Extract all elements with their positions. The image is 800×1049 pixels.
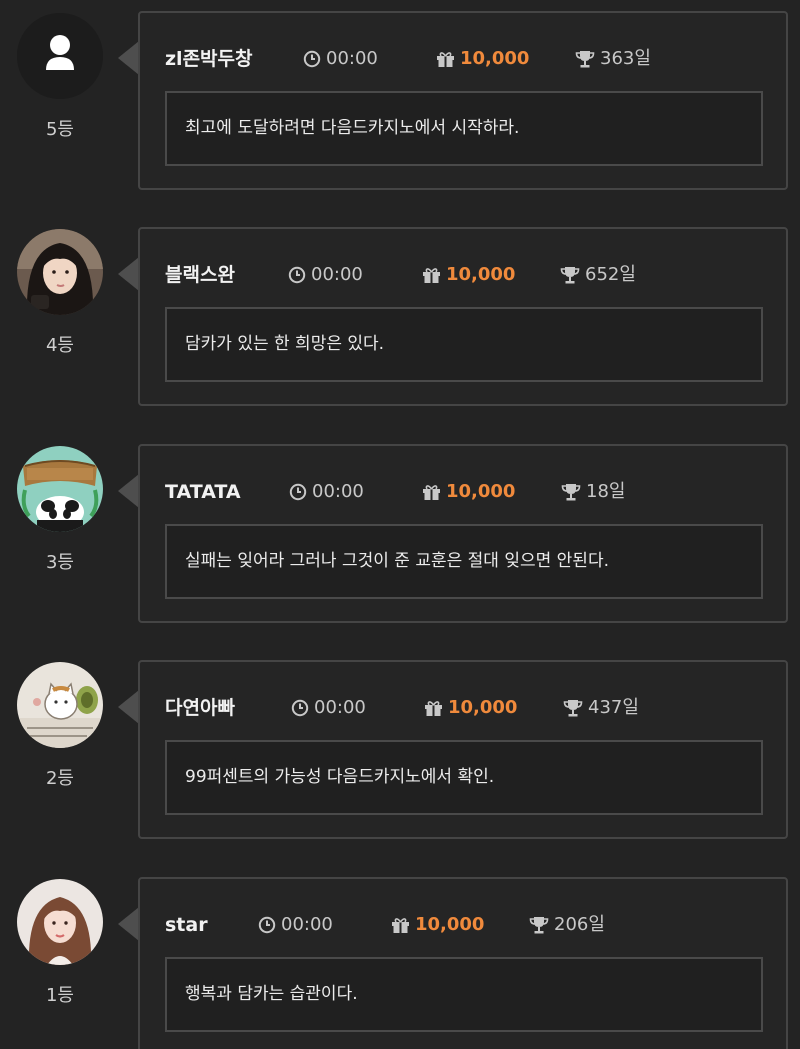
avatar[interactable] <box>17 446 103 532</box>
gift-amount: 10,000 <box>460 48 530 69</box>
entry-card: 다연아빠 00:00 10,000 437일 99퍼센트의 가능성 다음드카지노… <box>138 660 788 839</box>
rank-label: 3등 <box>45 552 74 573</box>
trophy-icon <box>529 917 549 934</box>
entry-card: 블랙스완 00:00 10,000 652일 담카가 있는 한 희망은 있다. <box>138 227 788 406</box>
trophy-icon <box>563 700 583 717</box>
user-name[interactable]: 블랙스완 <box>165 262 235 288</box>
trophy-icon <box>560 267 580 284</box>
avatar[interactable] <box>17 662 103 748</box>
days-value: 652일 <box>585 264 636 285</box>
avatar[interactable] <box>17 13 103 99</box>
days-value: 206일 <box>554 914 605 935</box>
trophy-icon <box>561 484 581 501</box>
entry-card: TATATA 00:00 10,000 18일 실패는 잊어라 그러나 그것이 … <box>138 444 788 623</box>
clock-icon <box>291 699 309 717</box>
user-photo-icon <box>17 879 103 965</box>
user-name[interactable]: TATATA <box>165 479 241 505</box>
gift-icon <box>423 268 440 283</box>
entry-meta: zl존박두창 00:00 10,000 363일 <box>140 46 786 72</box>
clock-icon <box>289 483 307 501</box>
avatar[interactable] <box>17 229 103 315</box>
message-box: 실패는 잊어라 그러나 그것이 준 교훈은 절대 잊으면 안된다. <box>165 524 763 599</box>
message-box: 행복과 담카는 습관이다. <box>165 957 763 1032</box>
clock-icon <box>303 50 321 68</box>
trophy-icon <box>575 51 595 68</box>
entry-meta: TATATA 00:00 10,000 18일 <box>140 479 786 505</box>
time-value: 00:00 <box>312 481 364 502</box>
time-info: 00:00 <box>303 46 378 72</box>
message-box: 99퍼센트의 가능성 다음드카지노에서 확인. <box>165 740 763 815</box>
entry-row: 1등 star 00:00 10,000 206일 행복과 담카는 습관이다. <box>0 866 800 1049</box>
days-info: 437일 <box>563 695 639 721</box>
gift-info: 10,000 <box>422 479 515 505</box>
gift-info: 10,000 <box>424 695 517 721</box>
gift-info: 10,000 <box>436 46 529 72</box>
gift-icon <box>392 918 409 933</box>
gift-icon <box>425 701 442 716</box>
message-box: 최고에 도달하려면 다음드카지노에서 시작하라. <box>165 91 763 166</box>
user-name[interactable]: zl존박두창 <box>165 46 253 72</box>
entry-card: zl존박두창 00:00 10,000 363일 최고에 도달하려면 다음드카지… <box>138 11 788 190</box>
user-photo-icon <box>17 229 103 315</box>
gift-amount: 10,000 <box>446 264 516 285</box>
rank-label: 1등 <box>45 985 74 1006</box>
clock-icon <box>288 266 306 284</box>
message-box: 담카가 있는 한 희망은 있다. <box>165 307 763 382</box>
days-info: 18일 <box>561 479 625 505</box>
rank-label: 4등 <box>45 335 74 356</box>
time-info: 00:00 <box>288 262 363 288</box>
rank-label: 5등 <box>45 119 74 140</box>
gift-icon <box>437 52 454 67</box>
attendance-feed: 5등 zl존박두창 00:00 10,000 363일 최고에 도달하려면 다음… <box>0 0 800 1049</box>
entry-row: 5등 zl존박두창 00:00 10,000 363일 최고에 도달하려면 다음… <box>0 0 800 190</box>
entry-row: 3등 TATATA 00:00 10,000 18일 실패는 잊어라 그러나 그… <box>0 433 800 623</box>
entry-meta: 블랙스완 00:00 10,000 652일 <box>140 262 786 288</box>
entry-card: star 00:00 10,000 206일 행복과 담카는 습관이다. <box>138 877 788 1049</box>
gift-amount: 10,000 <box>446 481 516 502</box>
avatar[interactable] <box>17 879 103 965</box>
time-info: 00:00 <box>258 912 333 938</box>
gift-amount: 10,000 <box>448 697 518 718</box>
gift-info: 10,000 <box>391 912 484 938</box>
default-user-icon <box>17 13 103 99</box>
gift-icon <box>423 485 440 500</box>
card-pointer <box>118 257 139 291</box>
gift-amount: 10,000 <box>415 914 485 935</box>
days-value: 363일 <box>600 48 651 69</box>
days-info: 652일 <box>560 262 636 288</box>
user-name[interactable]: 다연아빠 <box>165 695 235 721</box>
card-pointer <box>118 41 139 75</box>
days-value: 437일 <box>588 697 639 718</box>
days-info: 206일 <box>529 912 605 938</box>
time-value: 00:00 <box>314 697 366 718</box>
time-value: 00:00 <box>281 914 333 935</box>
rank-label: 2등 <box>45 768 74 789</box>
time-info: 00:00 <box>289 479 364 505</box>
entry-meta: 다연아빠 00:00 10,000 437일 <box>140 695 786 721</box>
card-pointer <box>118 907 139 941</box>
days-value: 18일 <box>586 481 626 502</box>
days-info: 363일 <box>575 46 651 72</box>
time-value: 00:00 <box>326 48 378 69</box>
card-pointer <box>118 690 139 724</box>
panda-sign-icon <box>17 446 103 532</box>
time-value: 00:00 <box>311 264 363 285</box>
entry-row: 2등 다연아빠 00:00 10,000 437일 99퍼센트의 가능성 다음드… <box>0 649 800 839</box>
time-info: 00:00 <box>291 695 366 721</box>
entry-row: 4등 블랙스완 00:00 10,000 652일 담카가 있는 한 희망은 있… <box>0 216 800 406</box>
clock-icon <box>258 916 276 934</box>
entry-meta: star 00:00 10,000 206일 <box>140 912 786 938</box>
user-name[interactable]: star <box>165 912 208 938</box>
card-pointer <box>118 474 139 508</box>
gift-info: 10,000 <box>422 262 515 288</box>
cat-illustration-icon <box>17 662 103 748</box>
